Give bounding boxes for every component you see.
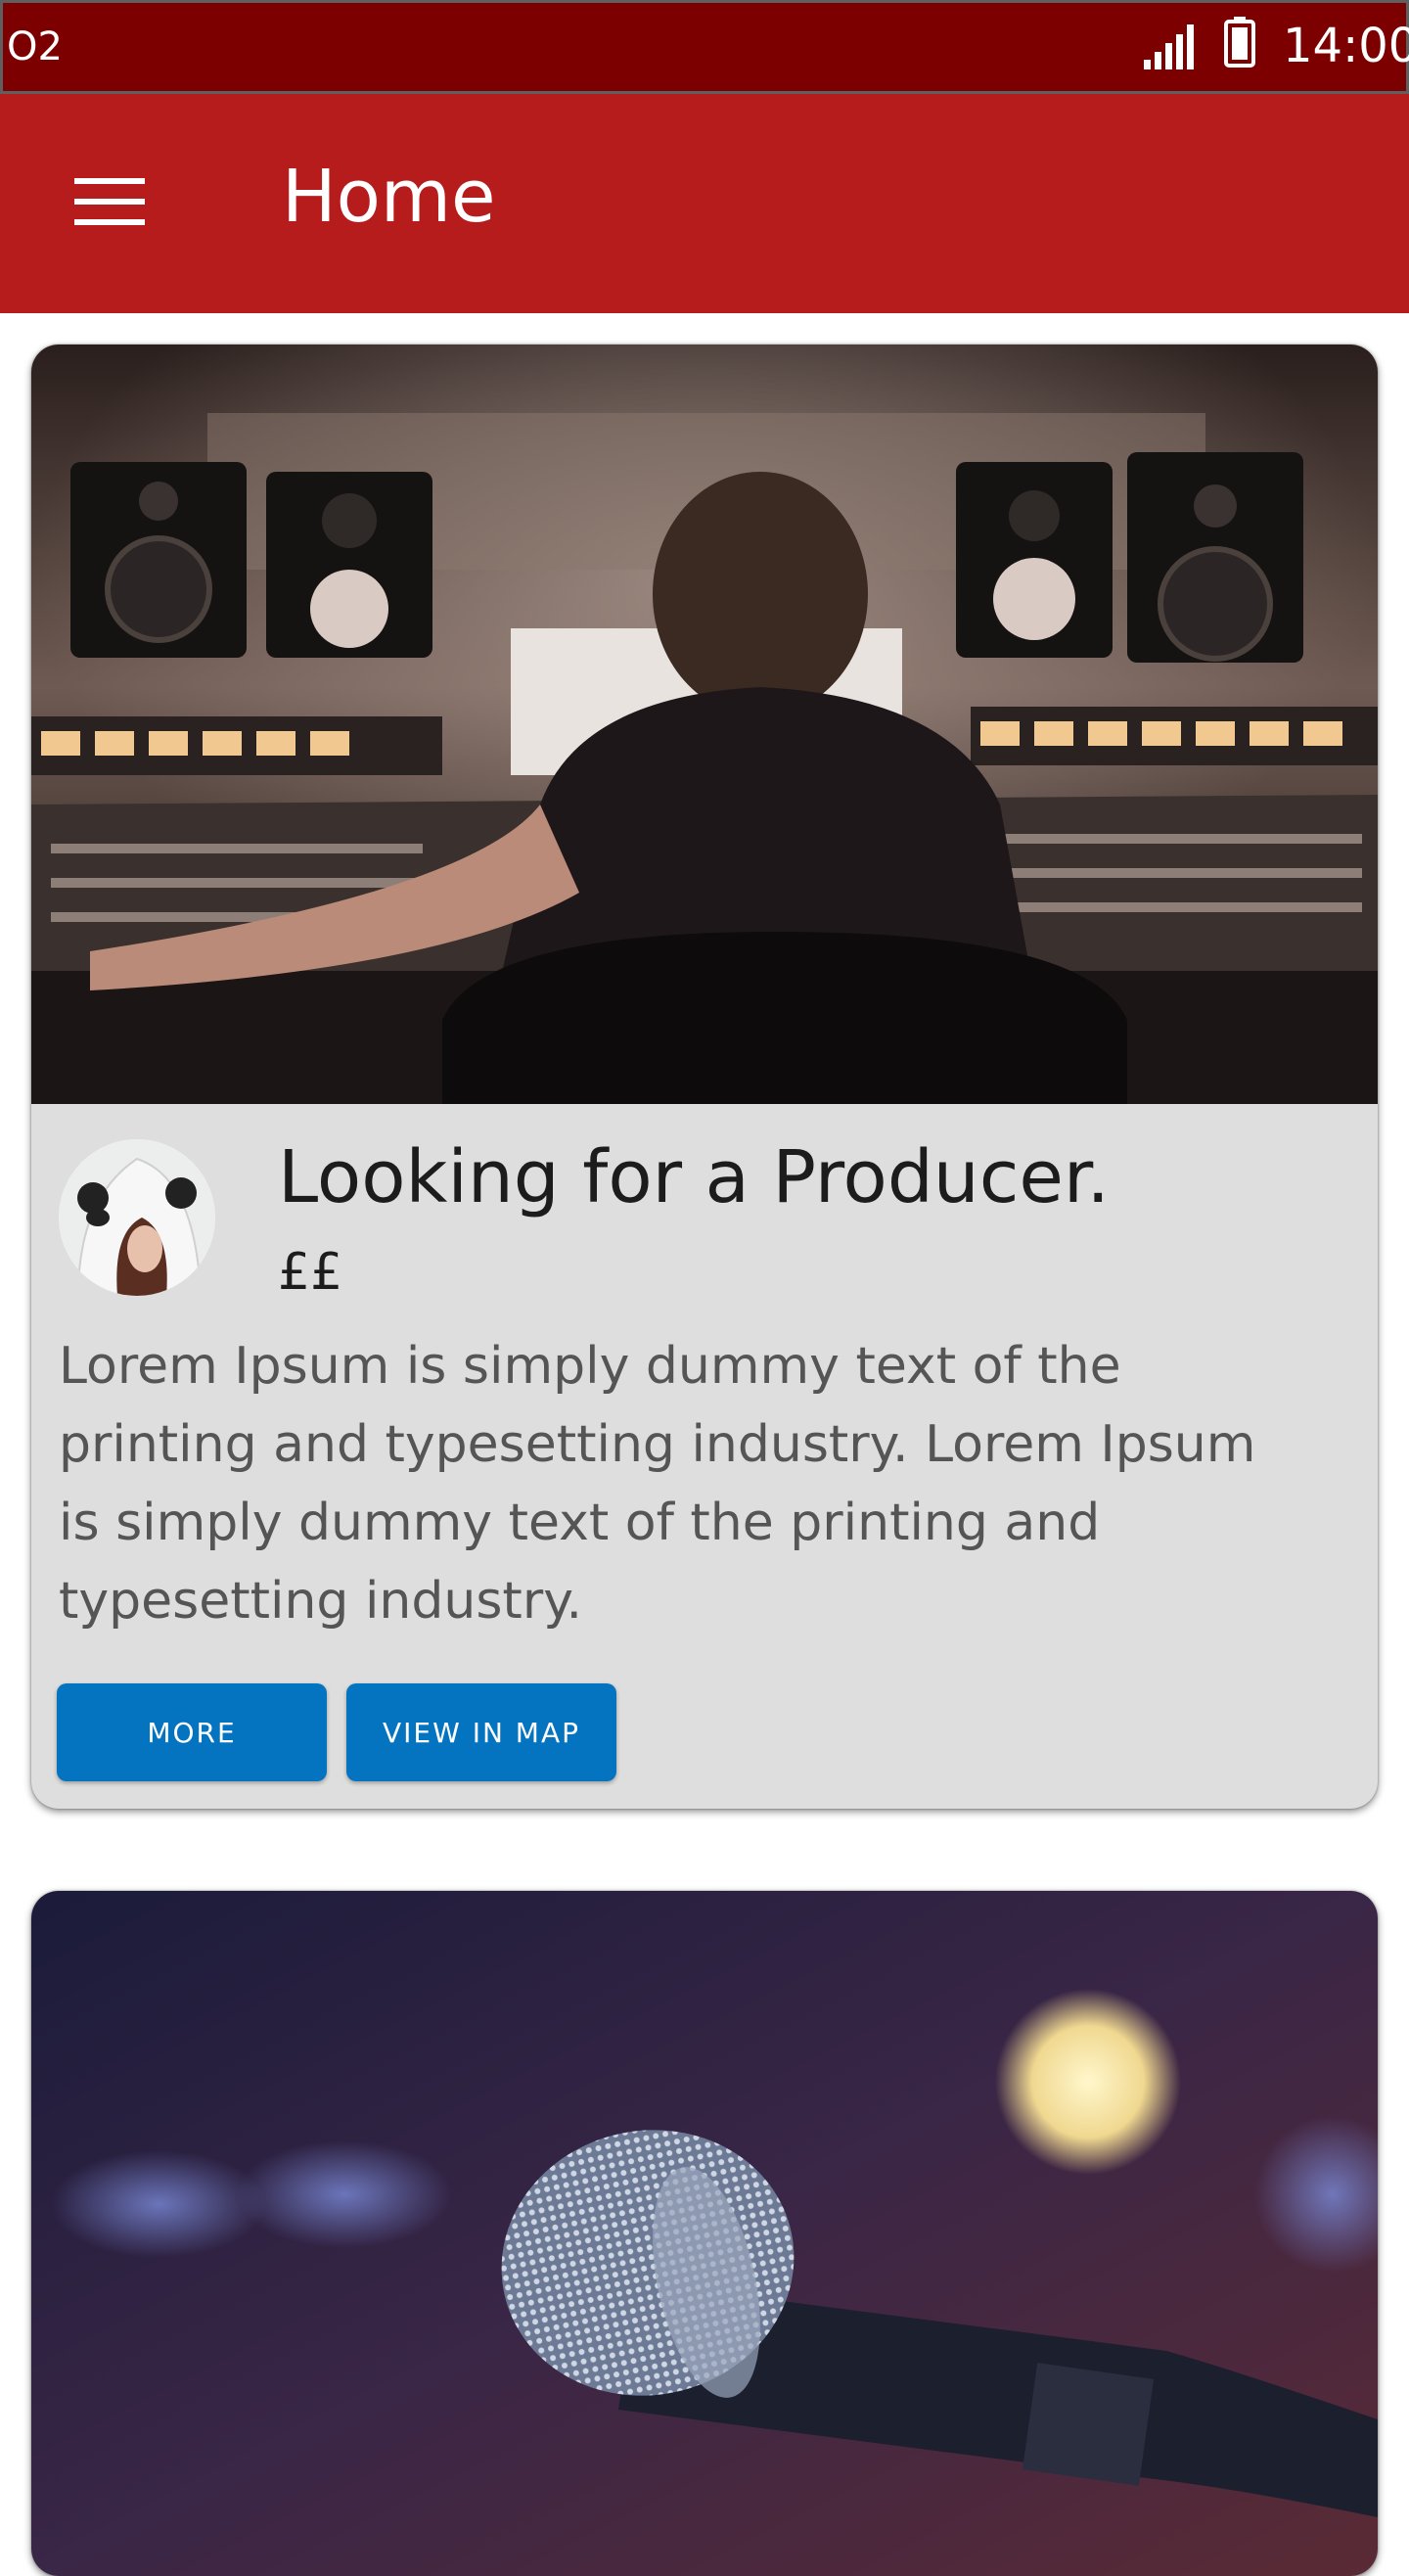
more-button[interactable]: MORE: [57, 1683, 327, 1781]
post-card: [31, 1891, 1378, 2576]
microphone-image: [31, 1891, 1378, 2576]
menu-button[interactable]: [59, 161, 160, 239]
battery-icon: [1224, 17, 1255, 68]
price-label: ££: [278, 1243, 343, 1302]
studio-image: [31, 345, 1378, 1104]
hamburger-menu-icon: [74, 178, 145, 225]
page-title: Home: [282, 155, 496, 239]
post-description: Lorem Ipsum is simply dummy text of the …: [59, 1337, 1256, 1631]
post-card: Looking for a Producer. ££ Lorem Ipsum i…: [31, 345, 1378, 1809]
post-title: Looking for a Producer.: [278, 1135, 1111, 1219]
user-avatar-image: [59, 1139, 215, 1296]
avatar[interactable]: [59, 1139, 215, 1296]
app-bar: Home: [0, 94, 1409, 313]
signal-strength-icon: [1144, 24, 1194, 69]
carrier-label: O2: [7, 24, 63, 69]
clock: 14:00: [1283, 19, 1409, 73]
status-bar: O2 14:00: [0, 0, 1409, 94]
view-in-map-button[interactable]: VIEW IN MAP: [346, 1683, 616, 1781]
